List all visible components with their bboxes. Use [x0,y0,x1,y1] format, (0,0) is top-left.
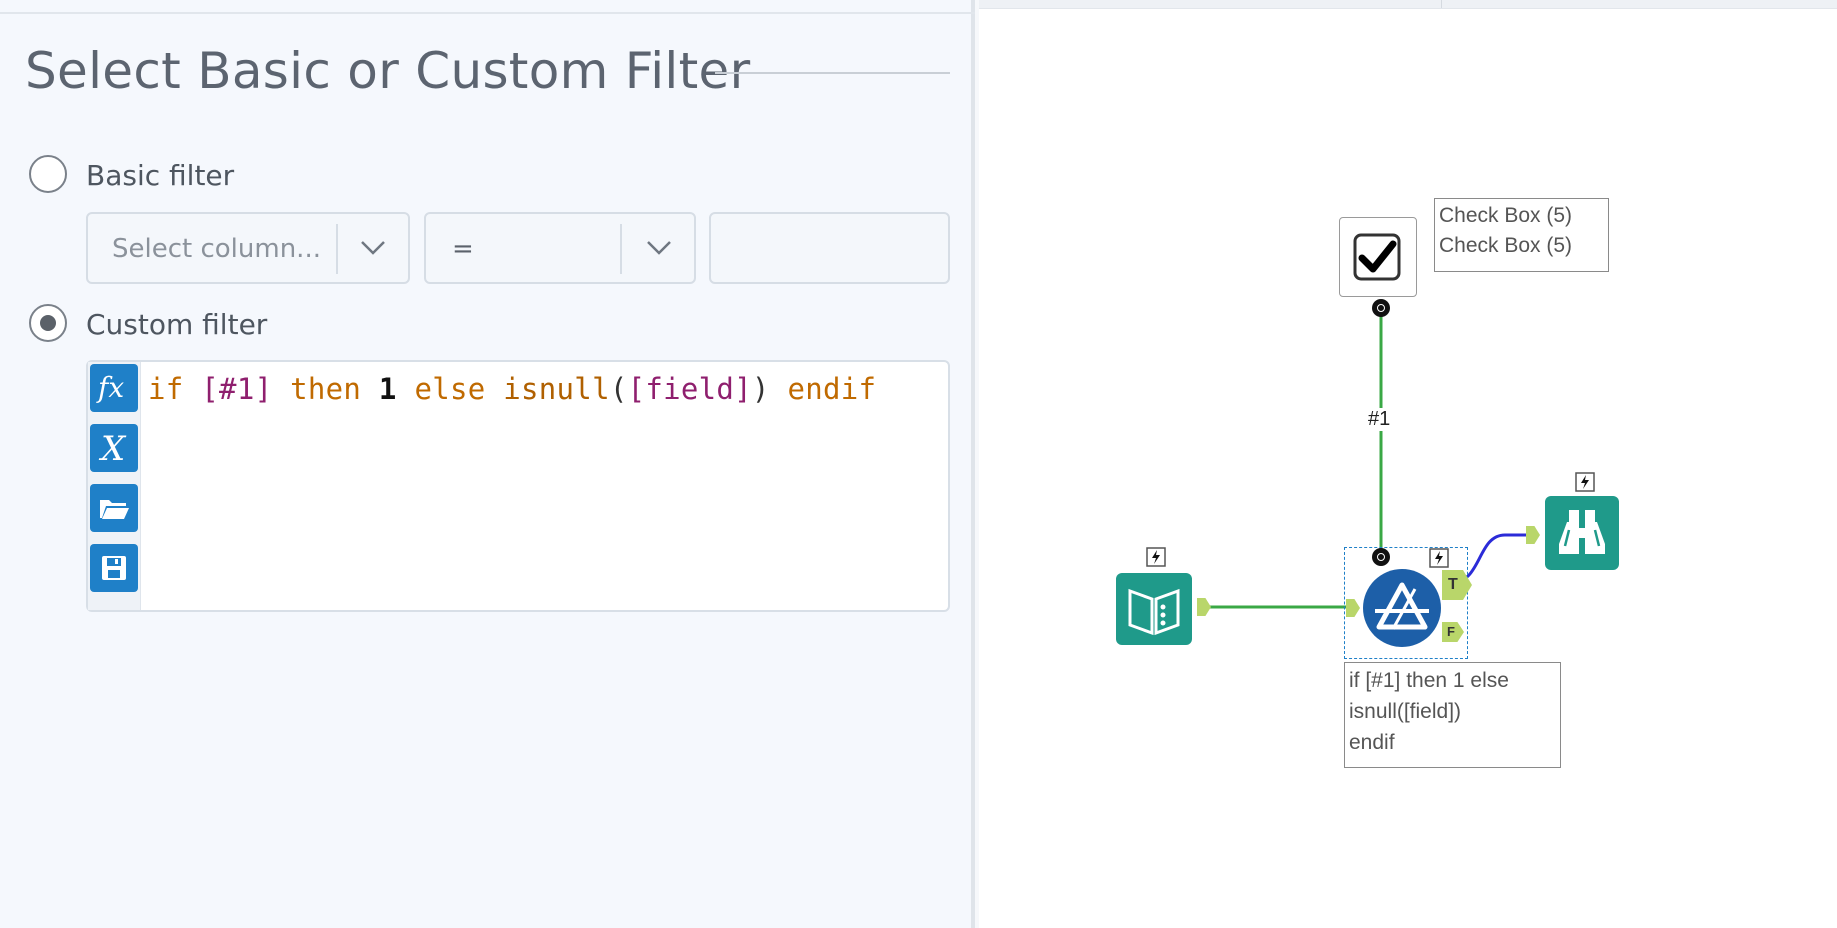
column-select-placeholder: Select column... [112,234,321,264]
svg-text:X: X [98,429,127,468]
section-title: Select Basic or Custom Filter [25,42,751,100]
anchor-ring [1377,553,1385,561]
filter-triangle-icon [1375,582,1429,630]
browse-tool[interactable] [1545,496,1619,570]
filter-tool[interactable] [1363,569,1441,647]
function-isnull: isnull [503,372,610,406]
checkbox-annotation: Check Box (5) Check Box (5) [1434,198,1609,272]
title-divider [715,72,950,74]
field-ref: [field] [627,372,752,406]
variable-icon[interactable]: X [90,424,138,472]
lightning-icon [1575,472,1595,492]
keyword-if: if [148,372,184,406]
select-divider [620,224,622,274]
chevron-down-icon[interactable] [358,232,388,262]
anchor-ring [1377,304,1385,312]
annotation-line: endif [1349,731,1395,754]
keyword-else: else [414,372,486,406]
panel-top-border [0,12,975,14]
column-select[interactable]: Select column... [86,212,410,284]
checkbox-tool[interactable] [1339,217,1417,297]
function-icon[interactable]: fx [90,364,138,412]
keyword-endif: endif [787,372,877,406]
custom-filter-label: Custom filter [86,308,268,341]
annotation-line: Check Box (5) [1439,234,1573,257]
annotation-line: if [#1] then 1 else [1349,669,1509,692]
connections-layer [1207,315,1534,609]
lightning-icon [1429,548,1449,568]
expression-toolbar: fx X [88,362,141,610]
basic-filter-label: Basic filter [86,159,235,192]
save-icon[interactable] [90,544,138,592]
checkbox-output-anchor[interactable] [1372,299,1390,317]
expression-editor[interactable]: fx X if [#1] then 1 else isnull([field])… [86,360,950,612]
connection-label: #1 [1368,408,1391,431]
checkmark-icon [1353,233,1401,281]
custom-filter-radio[interactable] [29,304,67,342]
operator-select-value: = [452,234,474,264]
filter-config-panel: Select Basic or Custom Filter Basic filt… [0,0,975,928]
keyword-then: then [290,372,362,406]
svg-text:fx: fx [96,371,124,404]
filter-condition-anchor[interactable] [1372,548,1390,566]
expression-text[interactable]: if [#1] then 1 else isnull([field]) endi… [148,372,876,406]
open-folder-icon[interactable] [90,484,138,532]
lightning-icon [1146,547,1166,567]
open-paren: ( [609,372,628,406]
filter-annotation: if [#1] then 1 else isnull([field]) endi… [1344,662,1561,768]
field-ref-connection: [#1] [201,372,273,406]
input-data-tool[interactable] [1116,573,1192,645]
basic-filter-radio[interactable] [29,155,67,193]
operator-select[interactable]: = [424,212,696,284]
annotation-line: isnull([field]) [1349,700,1462,723]
annotation-line: Check Box (5) [1439,204,1573,227]
number-literal: 1 [378,372,397,406]
close-paren: ) [751,372,770,406]
value-input[interactable] [709,212,950,284]
book-icon [1128,588,1180,636]
select-divider [336,224,338,274]
chevron-down-icon[interactable] [644,232,674,262]
binoculars-icon [1559,510,1605,554]
workflow-canvas[interactable]: Check Box (5) Check Box (5) #1 T F if [#… [979,0,1837,928]
